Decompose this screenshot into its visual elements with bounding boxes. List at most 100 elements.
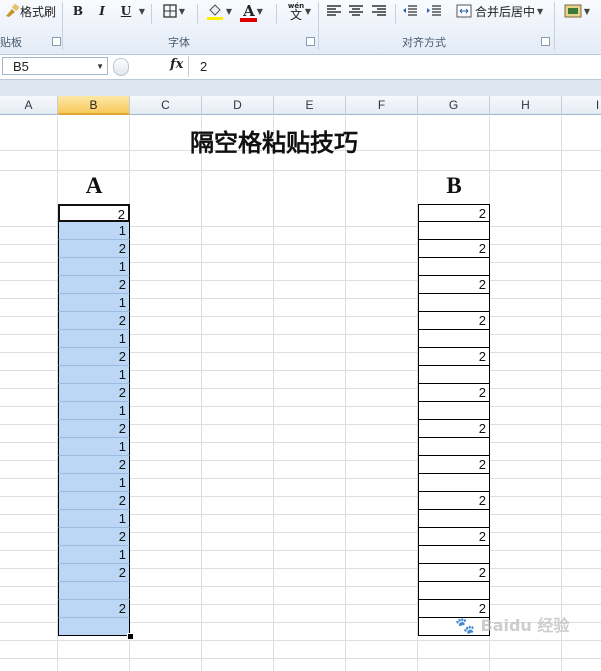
align-left-icon [327, 5, 341, 16]
cell-a-2[interactable]: 1 [58, 222, 130, 240]
gridline [561, 116, 562, 671]
cell-a-3[interactable]: 2 [58, 240, 130, 258]
cell-b-3[interactable]: 2 [418, 240, 490, 258]
cell-a-5[interactable]: 2 [58, 276, 130, 294]
font-color-swatch [240, 18, 257, 22]
name-box[interactable]: B5 ▼ [2, 57, 108, 75]
underline-button[interactable]: U [118, 1, 134, 21]
cell-a-18[interactable]: 1 [58, 510, 130, 528]
ribbon-gap [0, 80, 601, 96]
cell-a-20[interactable]: 1 [58, 546, 130, 564]
cell-b-14[interactable] [418, 438, 490, 456]
font-launcher-icon[interactable] [306, 37, 315, 46]
insert-function-icon[interactable]: fx [170, 57, 183, 72]
column-header-g[interactable]: G [418, 96, 490, 115]
increase-indent-button[interactable] [426, 1, 442, 21]
align-center-button[interactable] [348, 1, 364, 21]
cell-b-4[interactable] [418, 258, 490, 276]
cell-a-4[interactable]: 1 [58, 258, 130, 276]
cell-b-13[interactable]: 2 [418, 420, 490, 438]
cell-b-15[interactable]: 2 [418, 456, 490, 474]
cell-b-11[interactable]: 2 [418, 384, 490, 402]
cell-b-5[interactable]: 2 [418, 276, 490, 294]
column-header-e[interactable]: E [274, 96, 346, 115]
borders-button[interactable]: ▼ [160, 1, 188, 21]
group-separator [318, 2, 319, 50]
cell-a-15[interactable]: 2 [58, 456, 130, 474]
borders-icon [163, 4, 177, 18]
cell-b-8[interactable] [418, 330, 490, 348]
cell-b-20[interactable] [418, 546, 490, 564]
decrease-indent-icon [403, 5, 417, 16]
paintbrush-icon [5, 4, 20, 17]
cell-a-17[interactable]: 2 [58, 492, 130, 510]
cell-b-17[interactable]: 2 [418, 492, 490, 510]
align-left-button[interactable] [326, 1, 342, 21]
cell-b-21[interactable]: 2 [418, 564, 490, 582]
cell-a-12[interactable]: 1 [58, 402, 130, 420]
cell-a-6[interactable]: 1 [58, 294, 130, 312]
cell-a-21[interactable]: 2 [58, 564, 130, 582]
cell-b-9[interactable]: 2 [418, 348, 490, 366]
fill-color-button[interactable]: ▼ [204, 1, 234, 21]
phonetic-dropdown-icon[interactable]: ▼ [302, 1, 312, 21]
cell-a-22[interactable] [58, 582, 130, 600]
column-header-a[interactable]: A [0, 96, 58, 115]
cell-a-10[interactable]: 1 [58, 366, 130, 384]
cell-a-13[interactable]: 2 [58, 420, 130, 438]
fill-handle[interactable] [127, 633, 134, 640]
cell-a-16[interactable]: 1 [58, 474, 130, 492]
gridline [0, 170, 601, 171]
cell-b-7[interactable]: 2 [418, 312, 490, 330]
gridline [201, 116, 202, 671]
column-header-f[interactable]: F [346, 96, 418, 115]
align-right-icon [372, 5, 386, 16]
cell-a-7[interactable]: 2 [58, 312, 130, 330]
column-header-d[interactable]: D [202, 96, 274, 115]
cell-b-16[interactable] [418, 474, 490, 492]
align-center-icon [349, 5, 363, 16]
cell-b-1[interactable]: 2 [418, 204, 490, 222]
cell-b-2[interactable] [418, 222, 490, 240]
italic-button[interactable]: I [94, 1, 110, 21]
column-header-c[interactable]: C [130, 96, 202, 115]
name-box-dropdown-icon[interactable]: ▼ [96, 58, 104, 76]
cell-b-22[interactable] [418, 582, 490, 600]
cell-b-10[interactable] [418, 366, 490, 384]
gridline [0, 640, 601, 641]
column-header-b[interactable]: B [58, 96, 130, 115]
header-b: B [446, 173, 462, 198]
cell-a-23[interactable]: 2 [58, 600, 130, 618]
align-launcher-icon[interactable] [541, 37, 550, 46]
decrease-indent-button[interactable] [402, 1, 418, 21]
clipboard-launcher-icon[interactable] [52, 37, 61, 46]
cell-a-9[interactable]: 2 [58, 348, 130, 366]
number-format-button[interactable]: ▼ [562, 1, 592, 21]
gridline [273, 116, 274, 671]
column-header-h[interactable]: H [490, 96, 562, 115]
underline-dropdown-icon[interactable]: ▼ [136, 1, 146, 21]
cell-a-11[interactable]: 2 [58, 384, 130, 402]
clipboard-group-label: 贴板 [0, 36, 22, 49]
bold-button[interactable]: B [70, 1, 86, 21]
cell-b-12[interactable] [418, 402, 490, 420]
gridline [345, 116, 346, 671]
format-painter-button[interactable]: 格式刷 [2, 1, 58, 21]
formula-bar-splitter[interactable] [113, 58, 129, 76]
align-right-button[interactable] [371, 1, 387, 21]
cell-b-18[interactable] [418, 510, 490, 528]
cell-a-1[interactable]: 2 [58, 204, 130, 222]
merge-center-button[interactable]: 合并后居中 ▼ [456, 1, 550, 21]
worksheet-grid[interactable]: A B C D E F G H I 隔空格粘贴技巧 A B 2 1 2 1 2 1 2 1 2 1 2 1 2 1 2 1 2 1 2 1 2 2… [0, 96, 601, 671]
cell-a-14[interactable]: 1 [58, 438, 130, 456]
cell-a-24[interactable] [58, 618, 130, 636]
cell-b-6[interactable] [418, 294, 490, 312]
column-header-i[interactable]: I [562, 96, 601, 115]
merge-center-label: 合并后居中 [475, 4, 536, 19]
formula-input[interactable]: 2 [188, 56, 600, 77]
group-separator [395, 4, 396, 24]
cell-a-19[interactable]: 2 [58, 528, 130, 546]
cell-b-19[interactable]: 2 [418, 528, 490, 546]
formula-bar: B5 ▼ fx 2 [0, 55, 601, 80]
cell-a-8[interactable]: 1 [58, 330, 130, 348]
